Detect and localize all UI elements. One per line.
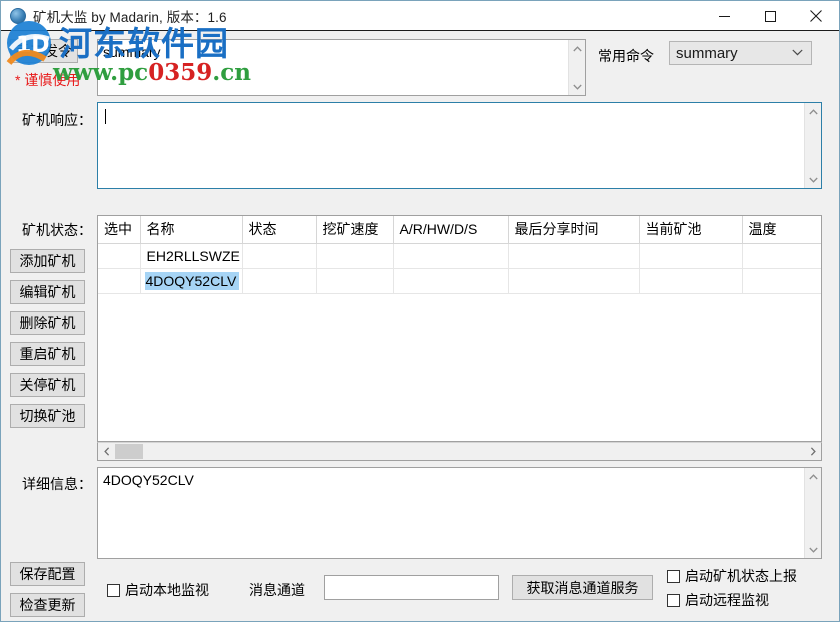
restart-miner-button[interactable]: 重启矿机	[10, 342, 85, 366]
col-header-selected[interactable]: 选中	[98, 216, 140, 244]
table-row[interactable]: EH2RLLSWZE	[98, 244, 822, 269]
col-header-name[interactable]: 名称	[140, 216, 242, 244]
cell-status	[242, 244, 316, 269]
minimize-icon[interactable]	[701, 1, 747, 31]
response-textarea[interactable]	[97, 102, 822, 189]
switch-pool-button[interactable]: 切换矿池	[10, 404, 85, 428]
stop-miner-button[interactable]: 关停矿机	[10, 373, 85, 397]
scroll-up-icon[interactable]	[805, 468, 822, 485]
manual-send-button[interactable]: 手工发令	[10, 39, 78, 63]
command-textarea-scrollbar[interactable]	[568, 40, 585, 95]
message-channel-label: 消息通道	[249, 580, 305, 600]
cell-hashrate	[316, 269, 393, 294]
common-command-select[interactable]: summary	[669, 41, 812, 65]
edit-miner-button[interactable]: 编辑矿机	[10, 280, 85, 304]
scroll-left-icon[interactable]	[98, 443, 115, 460]
save-config-button[interactable]: 保存配置	[10, 562, 85, 586]
cell-selected[interactable]	[98, 269, 140, 294]
cell-selected[interactable]	[98, 244, 140, 269]
miner-name: EH2RLLSWZE	[147, 248, 240, 264]
check-update-button[interactable]: 检查更新	[10, 593, 85, 617]
table-header-row: 选中 名称 状态 挖矿速度 A/R/HW/D/S 最后分享时间 当前矿池 温度	[98, 216, 822, 244]
cell-temperature	[742, 244, 822, 269]
command-textarea[interactable]: summary	[97, 39, 586, 96]
app-window: 矿机大监 by Madarin, 版本：1.6 手工发令 * 谨慎使用 summ…	[0, 0, 840, 622]
miner-name: 4DOQY52CLV	[145, 272, 240, 290]
col-header-last-share-time[interactable]: 最后分享时间	[508, 216, 639, 244]
cell-last-share-time	[508, 269, 639, 294]
details-textarea-value: 4DOQY52CLV	[103, 472, 803, 488]
message-channel-input[interactable]	[324, 575, 499, 600]
checkbox-box	[667, 594, 680, 607]
window-controls	[701, 1, 839, 31]
remote-monitor-label: 启动远程监视	[685, 590, 769, 610]
col-header-temperature[interactable]: 温度	[742, 216, 822, 244]
scroll-up-icon[interactable]	[805, 103, 822, 120]
window-title: 矿机大监 by Madarin, 版本：1.6	[33, 6, 227, 26]
miners-table: 选中 名称 状态 挖矿速度 A/R/HW/D/S 最后分享时间 当前矿池 温度 …	[98, 216, 822, 294]
scroll-down-icon[interactable]	[569, 78, 586, 95]
col-header-hashrate[interactable]: 挖矿速度	[316, 216, 393, 244]
cell-name[interactable]: EH2RLLSWZE	[140, 244, 242, 269]
caution-note: * 谨慎使用	[15, 70, 80, 90]
table-row[interactable]: 4DOQY52CLV	[98, 269, 822, 294]
miners-table-container[interactable]: 选中 名称 状态 挖矿速度 A/R/HW/D/S 最后分享时间 当前矿池 温度 …	[97, 215, 822, 442]
delete-miner-button[interactable]: 删除矿机	[10, 311, 85, 335]
miner-status-label: 矿机状态：	[22, 220, 92, 240]
cell-hashrate	[316, 244, 393, 269]
title-bar: 矿机大监 by Madarin, 版本：1.6	[1, 1, 839, 31]
checkbox-box	[667, 570, 680, 583]
cell-status	[242, 269, 316, 294]
report-miner-status-checkbox[interactable]: 启动矿机状态上报	[667, 566, 797, 586]
command-textarea-value: summary	[103, 44, 567, 60]
local-monitor-checkbox[interactable]: 启动本地监视	[107, 580, 209, 600]
cell-arhwds	[393, 269, 508, 294]
text-caret	[105, 109, 106, 124]
cell-current-pool	[639, 269, 742, 294]
close-icon[interactable]	[793, 1, 839, 31]
cell-arhwds	[393, 244, 508, 269]
cell-name[interactable]: 4DOQY52CLV	[140, 269, 242, 294]
col-header-current-pool[interactable]: 当前矿池	[639, 216, 742, 244]
app-globe-icon	[10, 8, 26, 24]
scroll-up-icon[interactable]	[569, 40, 586, 57]
maximize-icon[interactable]	[747, 1, 793, 31]
cell-current-pool	[639, 244, 742, 269]
hscroll-track[interactable]	[115, 443, 804, 460]
col-header-arhwds[interactable]: A/R/HW/D/S	[393, 216, 508, 244]
checkbox-box	[107, 584, 120, 597]
hscroll-thumb[interactable]	[115, 444, 143, 459]
common-command-label: 常用命令	[598, 46, 654, 66]
scroll-down-icon[interactable]	[805, 171, 822, 188]
chevron-down-icon	[792, 47, 803, 59]
details-textarea[interactable]: 4DOQY52CLV	[97, 467, 822, 559]
cell-last-share-time	[508, 244, 639, 269]
response-label: 矿机响应：	[22, 110, 92, 130]
report-miner-status-label: 启动矿机状态上报	[685, 566, 797, 586]
add-miner-button[interactable]: 添加矿机	[10, 249, 85, 273]
miners-table-hscrollbar[interactable]	[97, 442, 822, 461]
remote-monitor-checkbox[interactable]: 启动远程监视	[667, 590, 769, 610]
local-monitor-label: 启动本地监视	[125, 580, 209, 600]
get-channel-service-button[interactable]: 获取消息通道服务	[512, 575, 653, 600]
details-label: 详细信息：	[22, 474, 92, 494]
scroll-down-icon[interactable]	[805, 541, 822, 558]
response-textarea-scrollbar[interactable]	[804, 103, 821, 188]
col-header-status[interactable]: 状态	[242, 216, 316, 244]
details-textarea-scrollbar[interactable]	[804, 468, 821, 558]
scroll-right-icon[interactable]	[804, 443, 821, 460]
common-command-value: summary	[676, 45, 738, 62]
cell-temperature	[742, 269, 822, 294]
